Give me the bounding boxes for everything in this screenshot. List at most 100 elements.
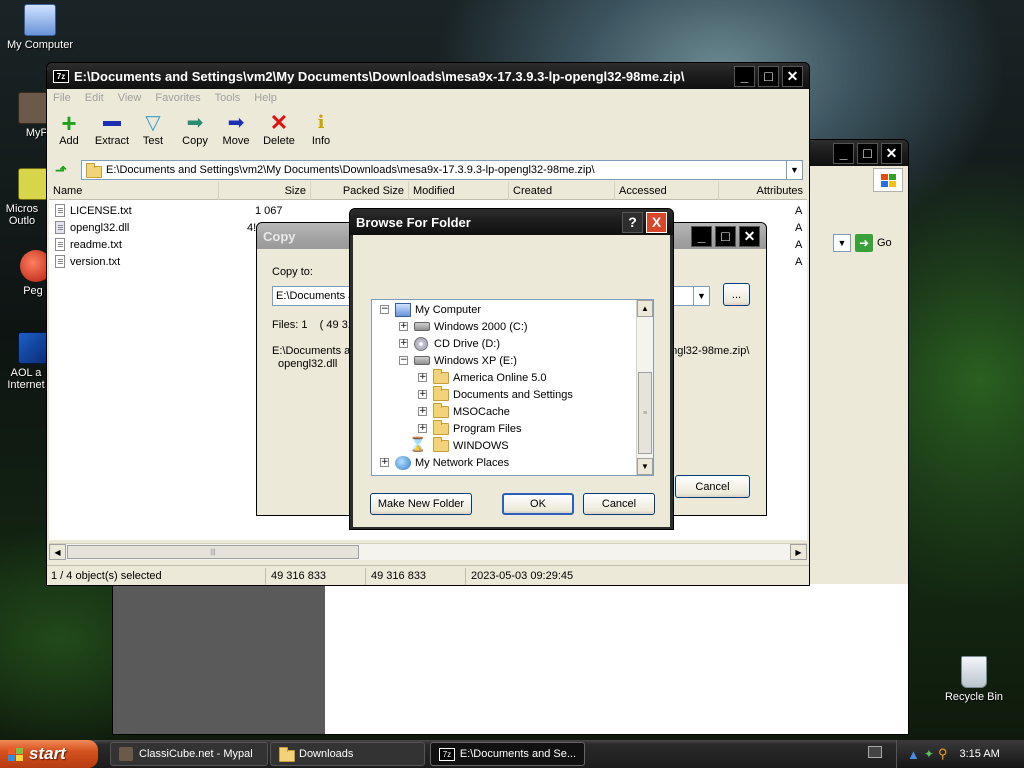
expand-toggle[interactable]: + (399, 339, 408, 348)
tree-node-msocache[interactable]: + MSOCache (418, 402, 510, 420)
column-packed-size[interactable]: Packed Size (311, 182, 409, 200)
menu-tools[interactable]: Tools (215, 92, 241, 104)
add-button[interactable]: + Add (53, 110, 85, 147)
toolbar-label: Copy (182, 135, 208, 147)
menu-help[interactable]: Help (254, 92, 277, 104)
address-input[interactable]: E:\Documents and Settings\vm2\My Documen… (106, 164, 786, 176)
collapse-toggle[interactable]: − (399, 356, 408, 365)
desktop-icon-my-computer[interactable]: My Computer (0, 4, 80, 51)
tree-node-documents-and-settings[interactable]: + Documents and Settings (418, 385, 573, 403)
search-tray-icon[interactable]: ⚲ (938, 746, 948, 762)
tree-node-program-files[interactable]: + Program Files (418, 419, 521, 437)
expand-toggle[interactable]: + (418, 373, 427, 382)
zip-titlebar[interactable]: 7z E:\Documents and Settings\vm2\My Docu… (47, 63, 809, 89)
minimize-button[interactable]: _ (833, 142, 854, 164)
horizontal-scrollbar[interactable]: ◀ ||| ▶ (49, 543, 807, 560)
expand-toggle[interactable]: + (418, 424, 427, 433)
delete-button[interactable]: ✕ Delete (260, 111, 298, 148)
path-dropdown-arrow[interactable]: ▼ (693, 287, 709, 305)
expand-toggle[interactable]: + (380, 458, 389, 467)
close-button[interactable]: ✕ (739, 225, 760, 247)
up-folder-button[interactable]: ⬏ (51, 160, 71, 180)
desktop-icon-outlook[interactable]: Micros Outlo (0, 168, 50, 227)
maximize-button[interactable]: □ (715, 225, 736, 247)
browser-sidebar (113, 584, 325, 734)
copy-button[interactable]: ➡ Copy (179, 111, 211, 147)
maximize-button[interactable]: □ (758, 65, 779, 87)
tree-vertical-scrollbar[interactable]: ▲ ≡ ▼ (636, 300, 653, 475)
address-bar[interactable]: E:\Documents and Settings\vm2\My Documen… (81, 160, 803, 180)
url-dropdown-arrow[interactable]: ▼ (833, 234, 851, 252)
taskbar-item-downloads[interactable]: Downloads (270, 742, 425, 766)
close-button[interactable]: ✕ (782, 65, 803, 87)
network-tray-icon[interactable]: ✦ (924, 747, 934, 761)
toolbar-label: Test (142, 135, 164, 147)
expand-toggle[interactable]: + (418, 390, 427, 399)
scroll-up-arrow[interactable]: ▲ (637, 300, 653, 317)
column-name[interactable]: Name (49, 182, 219, 200)
minimize-button[interactable]: _ (734, 65, 755, 87)
address-dropdown-arrow[interactable]: ▼ (786, 161, 802, 179)
minimize-button[interactable]: _ (691, 225, 712, 247)
desktop-icon-aol[interactable]: AOL a Internet (0, 332, 50, 391)
tree-node-windows[interactable]: WINDOWS (433, 436, 509, 454)
menu-file[interactable]: File (53, 92, 71, 104)
expand-toggle[interactable]: + (418, 407, 427, 416)
info-button[interactable]: i Info (305, 111, 337, 147)
clock[interactable]: 3:15 AM (959, 748, 999, 760)
windows-logo-icon (873, 168, 903, 192)
help-button[interactable]: ? (622, 211, 643, 233)
file-name: opengl32.dll (70, 221, 130, 234)
maximize-button[interactable]: □ (857, 142, 878, 164)
scroll-thumb[interactable]: ≡ (638, 372, 652, 454)
browse-titlebar[interactable]: Browse For Folder ? X (350, 209, 673, 235)
expand-toggle[interactable]: + (399, 322, 408, 331)
menu-view[interactable]: View (118, 92, 142, 104)
column-attributes[interactable]: Attributes (719, 182, 807, 200)
scroll-down-arrow[interactable]: ▼ (637, 458, 653, 475)
tree-node-cd-drive-d[interactable]: + CD Drive (D:) (399, 335, 500, 352)
close-button[interactable]: X (646, 211, 667, 233)
collapse-toggle[interactable]: − (380, 305, 389, 314)
source-file: opengl32.dll (278, 358, 338, 370)
hard-drive-icon (414, 322, 430, 331)
text-file-icon (55, 204, 65, 217)
taskbar-item-mypal[interactable]: ClassiCube.net - Mypal (110, 742, 268, 766)
tree-node-windows-2000-c[interactable]: + Windows 2000 (C:) (399, 318, 528, 335)
menu-favorites[interactable]: Favorites (155, 92, 200, 104)
tree-node-my-network-places[interactable]: + My Network Places (380, 454, 509, 471)
column-modified[interactable]: Modified (409, 182, 509, 200)
aol-tray-icon[interactable]: ▲ (907, 747, 920, 762)
browse-button[interactable]: ... (723, 283, 750, 306)
tree-node-america-online[interactable]: + America Online 5.0 (418, 368, 547, 386)
keyboard-icon[interactable] (868, 746, 882, 758)
info-icon: i (317, 112, 325, 133)
column-header-row: Name Size Packed Size Modified Created A… (49, 182, 807, 200)
copy-cancel-button[interactable]: Cancel (675, 475, 750, 498)
tree-node-my-computer[interactable]: − My Computer (380, 301, 481, 318)
folder-icon (433, 436, 449, 452)
taskbar-item-7zip[interactable]: 7z E:\Documents and Se... (430, 742, 585, 766)
minus-icon (91, 111, 133, 135)
column-created[interactable]: Created (509, 182, 615, 200)
go-button[interactable]: ➜ Go (855, 234, 892, 252)
close-button[interactable]: ✕ (881, 142, 902, 164)
make-new-folder-button[interactable]: Make New Folder (370, 493, 472, 515)
menu-edit[interactable]: Edit (85, 92, 104, 104)
extract-button[interactable]: Extract (91, 111, 133, 147)
desktop-icon-recycle-bin[interactable]: Recycle Bin (934, 656, 1014, 703)
ok-button[interactable]: OK (502, 493, 574, 515)
toolbar-label: Extract (94, 135, 130, 147)
scroll-thumb[interactable]: ||| (67, 545, 359, 559)
desktop-icon-pegasus[interactable]: Peg (0, 250, 52, 297)
cancel-button[interactable]: Cancel (583, 493, 655, 515)
scroll-right-arrow[interactable]: ▶ (790, 544, 807, 560)
move-button[interactable]: ➡ Move (220, 111, 252, 147)
status-modified: 2023-05-03 09:29:45 (471, 570, 574, 582)
scroll-left-arrow[interactable]: ◀ (49, 544, 66, 560)
test-button[interactable]: ▽ Test (137, 111, 169, 147)
column-accessed[interactable]: Accessed (615, 182, 719, 200)
column-size[interactable]: Size (219, 182, 311, 200)
start-button[interactable]: start (0, 740, 98, 768)
tree-node-windows-xp-e[interactable]: − Windows XP (E:) (399, 352, 517, 369)
